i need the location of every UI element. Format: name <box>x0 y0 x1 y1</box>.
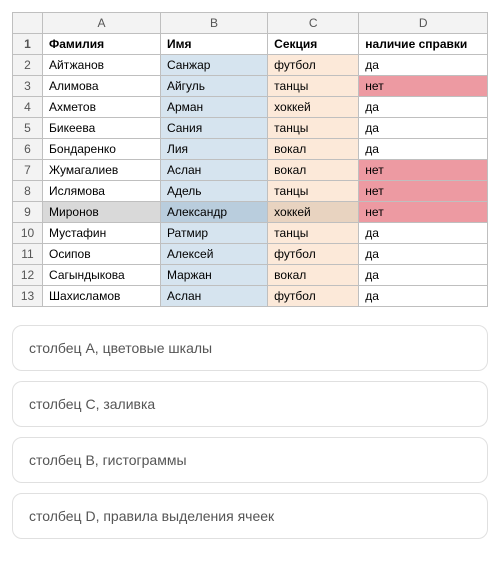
cell-section[interactable]: танцы <box>268 118 359 139</box>
row-number[interactable]: 7 <box>13 160 43 181</box>
table-row: 12СагындыковаМаржанвокалда <box>13 265 488 286</box>
answer-option[interactable]: столбец C, заливка <box>12 381 488 427</box>
header-certificate[interactable]: наличие справки <box>359 34 488 55</box>
table-row: 5БикееваСаниятанцыда <box>13 118 488 139</box>
row-number[interactable]: 2 <box>13 55 43 76</box>
cell-surname[interactable]: Мустафин <box>43 223 161 244</box>
cell-name[interactable]: Алексей <box>160 244 267 265</box>
cell-certificate[interactable]: да <box>359 286 488 307</box>
col-header-b[interactable]: B <box>160 13 267 34</box>
cell-name[interactable]: Маржан <box>160 265 267 286</box>
column-header-row: A B C D <box>13 13 488 34</box>
corner-cell[interactable] <box>13 13 43 34</box>
cell-name[interactable]: Айгуль <box>160 76 267 97</box>
cell-certificate[interactable]: да <box>359 97 488 118</box>
cell-certificate[interactable]: нет <box>359 202 488 223</box>
table-row: 13ШахисламовАсланфутболда <box>13 286 488 307</box>
row-number[interactable]: 8 <box>13 181 43 202</box>
table-row: 3АлимоваАйгультанцынет <box>13 76 488 97</box>
row-number[interactable]: 9 <box>13 202 43 223</box>
cell-name[interactable]: Аслан <box>160 286 267 307</box>
cell-section[interactable]: танцы <box>268 181 359 202</box>
cell-surname[interactable]: Бондаренко <box>43 139 161 160</box>
cell-surname[interactable]: Бикеева <box>43 118 161 139</box>
cell-section[interactable]: вокал <box>268 139 359 160</box>
row-number[interactable]: 4 <box>13 97 43 118</box>
table-row: 11ОсиповАлексейфутболда <box>13 244 488 265</box>
cell-certificate[interactable]: да <box>359 139 488 160</box>
cell-certificate[interactable]: нет <box>359 181 488 202</box>
cell-surname[interactable]: Миронов <box>43 202 161 223</box>
col-header-c[interactable]: C <box>268 13 359 34</box>
cell-section[interactable]: футбол <box>268 244 359 265</box>
cell-certificate[interactable]: нет <box>359 76 488 97</box>
cell-surname[interactable]: Сагындыкова <box>43 265 161 286</box>
row-number[interactable]: 5 <box>13 118 43 139</box>
row-number[interactable]: 3 <box>13 76 43 97</box>
cell-section[interactable]: вокал <box>268 265 359 286</box>
cell-name[interactable]: Ратмир <box>160 223 267 244</box>
cell-surname[interactable]: Ахметов <box>43 97 161 118</box>
table-row: 4АхметовАрманхоккейда <box>13 97 488 118</box>
cell-name[interactable]: Санжар <box>160 55 267 76</box>
cell-name[interactable]: Аслан <box>160 160 267 181</box>
cell-certificate[interactable]: да <box>359 55 488 76</box>
table-row: 2АйтжановСанжарфутболда <box>13 55 488 76</box>
cell-name[interactable]: Лия <box>160 139 267 160</box>
answer-option[interactable]: столбец A, цветовые шкалы <box>12 325 488 371</box>
table-row: 8ИслямоваАдельтанцынет <box>13 181 488 202</box>
row-number[interactable]: 11 <box>13 244 43 265</box>
cell-section[interactable]: танцы <box>268 223 359 244</box>
cell-certificate[interactable]: нет <box>359 160 488 181</box>
cell-name[interactable]: Александр <box>160 202 267 223</box>
cell-surname[interactable]: Айтжанов <box>43 55 161 76</box>
cell-section[interactable]: вокал <box>268 160 359 181</box>
cell-section[interactable]: танцы <box>268 76 359 97</box>
cell-surname[interactable]: Шахисламов <box>43 286 161 307</box>
col-header-d[interactable]: D <box>359 13 488 34</box>
cell-name[interactable]: Сания <box>160 118 267 139</box>
cell-certificate[interactable]: да <box>359 118 488 139</box>
cell-surname[interactable]: Алимова <box>43 76 161 97</box>
col-header-a[interactable]: A <box>43 13 161 34</box>
cell-surname[interactable]: Осипов <box>43 244 161 265</box>
cell-name[interactable]: Арман <box>160 97 267 118</box>
table-header-row: 1 Фамилия Имя Секция наличие справки <box>13 34 488 55</box>
row-number[interactable]: 1 <box>13 34 43 55</box>
cell-name[interactable]: Адель <box>160 181 267 202</box>
cell-section[interactable]: футбол <box>268 286 359 307</box>
cell-certificate[interactable]: да <box>359 244 488 265</box>
row-number[interactable]: 13 <box>13 286 43 307</box>
cell-section[interactable]: хоккей <box>268 97 359 118</box>
header-surname[interactable]: Фамилия <box>43 34 161 55</box>
header-section[interactable]: Секция <box>268 34 359 55</box>
cell-certificate[interactable]: да <box>359 265 488 286</box>
cell-section[interactable]: футбол <box>268 55 359 76</box>
answer-option[interactable]: столбец B, гистограммы <box>12 437 488 483</box>
cell-surname[interactable]: Жумагалиев <box>43 160 161 181</box>
table-row: 7ЖумагалиевАсланвокалнет <box>13 160 488 181</box>
row-number[interactable]: 6 <box>13 139 43 160</box>
cell-certificate[interactable]: да <box>359 223 488 244</box>
header-name[interactable]: Имя <box>160 34 267 55</box>
table-row: 9МироновАлександрхоккейнет <box>13 202 488 223</box>
row-number[interactable]: 12 <box>13 265 43 286</box>
spreadsheet[interactable]: A B C D 1 Фамилия Имя Секция наличие спр… <box>12 12 488 307</box>
table-row: 10МустафинРатмиртанцыда <box>13 223 488 244</box>
cell-surname[interactable]: Ислямова <box>43 181 161 202</box>
table-row: 6БондаренкоЛиявокалда <box>13 139 488 160</box>
row-number[interactable]: 10 <box>13 223 43 244</box>
cell-section[interactable]: хоккей <box>268 202 359 223</box>
